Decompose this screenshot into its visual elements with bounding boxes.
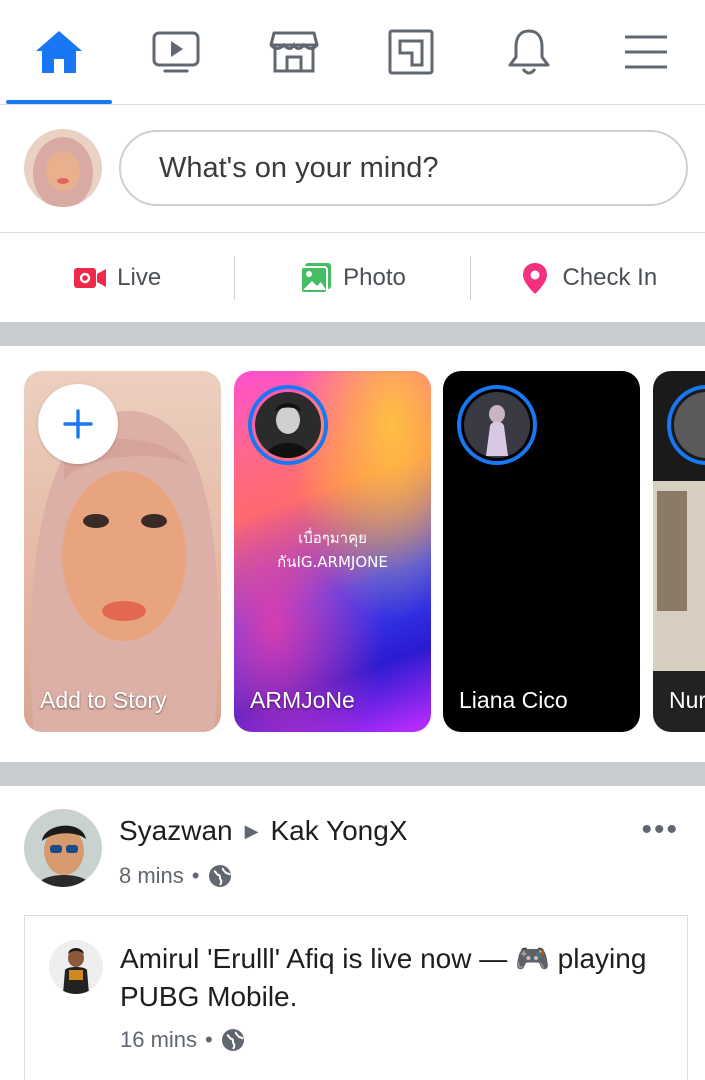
post-header: Syazwan ▶ Kak YongX bbox=[119, 815, 408, 847]
play-arrow-icon: ▶ bbox=[244, 820, 259, 841]
meta-separator: • bbox=[205, 1027, 213, 1052]
shared-post-timestamp[interactable]: 16 mins bbox=[120, 1027, 197, 1053]
post-composer: What's on your mind? bbox=[0, 105, 705, 233]
story-name: Add to Story bbox=[40, 687, 167, 713]
add-story-button[interactable] bbox=[38, 384, 118, 464]
add-to-story-card[interactable]: Add to Story bbox=[24, 371, 221, 732]
location-pin-icon bbox=[523, 262, 548, 294]
marketplace-icon bbox=[269, 31, 319, 73]
shared-post-meta: 16 mins • bbox=[120, 1027, 245, 1053]
post-author-avatar[interactable] bbox=[24, 809, 102, 887]
bell-icon bbox=[508, 29, 550, 75]
check-in-button[interactable]: Check In bbox=[469, 255, 705, 300]
section-divider bbox=[0, 762, 705, 786]
tab-marketplace[interactable] bbox=[235, 0, 353, 104]
live-label: Live bbox=[117, 263, 162, 291]
stories-tray: Add to Story เบื่อๆมาคุย กันIG.ARMJONE A… bbox=[0, 346, 705, 762]
photo-label: Photo bbox=[343, 263, 406, 291]
story-card[interactable]: Nuru bbox=[653, 371, 705, 732]
post-target-name[interactable]: Kak YongX bbox=[270, 815, 407, 847]
story-avatar bbox=[248, 385, 328, 465]
live-button[interactable]: Live bbox=[0, 256, 234, 300]
story-card[interactable]: เบื่อๆมาคุย กันIG.ARMJONE ARMJoNe bbox=[234, 371, 431, 732]
story-name: Liana Cico bbox=[459, 687, 568, 713]
home-icon bbox=[35, 31, 82, 73]
whats-on-your-mind-input[interactable]: What's on your mind? bbox=[119, 130, 688, 206]
photo-icon bbox=[300, 262, 332, 294]
tab-watch[interactable] bbox=[118, 0, 236, 104]
live-video-icon bbox=[74, 267, 107, 288]
post-author-name[interactable]: Syazwan bbox=[119, 815, 233, 847]
globe-icon bbox=[208, 864, 232, 888]
user-avatar[interactable] bbox=[24, 129, 102, 207]
story-avatar bbox=[457, 385, 537, 465]
globe-icon bbox=[221, 1028, 245, 1052]
post-meta: 8 mins • bbox=[119, 863, 232, 889]
tab-home[interactable] bbox=[0, 0, 118, 104]
feed-post: Syazwan ▶ Kak YongX 8 mins • ••• Amirul … bbox=[0, 785, 705, 1080]
check-in-label: Check In bbox=[562, 263, 658, 291]
shared-post-text: Amirul 'Erulll' Afiq is live now — 🎮 pla… bbox=[120, 943, 647, 1012]
composer-actions: Live Photo Check In bbox=[0, 233, 705, 322]
story-card[interactable]: Liana Cico bbox=[443, 371, 640, 732]
story-name: Nuru bbox=[669, 687, 705, 713]
post-timestamp[interactable]: 8 mins bbox=[119, 863, 184, 889]
meta-separator: • bbox=[191, 863, 200, 888]
photo-button[interactable]: Photo bbox=[234, 255, 469, 300]
gaming-icon bbox=[388, 29, 434, 75]
shared-author-avatar[interactable] bbox=[49, 940, 103, 994]
tab-notifications[interactable] bbox=[470, 0, 588, 104]
story-caption: เบื่อๆมาคุย กันIG.ARMJONE bbox=[277, 529, 388, 571]
shared-post-card[interactable]: Amirul 'Erulll' Afiq is live now — 🎮 pla… bbox=[24, 915, 688, 1080]
watch-icon bbox=[152, 31, 200, 73]
tab-menu[interactable] bbox=[588, 0, 705, 104]
story-name: ARMJoNe bbox=[250, 687, 355, 713]
post-more-options-button[interactable]: ••• bbox=[641, 813, 679, 847]
plus-icon bbox=[63, 409, 93, 439]
menu-icon bbox=[625, 35, 668, 69]
tab-gaming[interactable] bbox=[353, 0, 471, 104]
section-divider bbox=[0, 322, 705, 346]
top-navigation-bar bbox=[0, 0, 705, 105]
